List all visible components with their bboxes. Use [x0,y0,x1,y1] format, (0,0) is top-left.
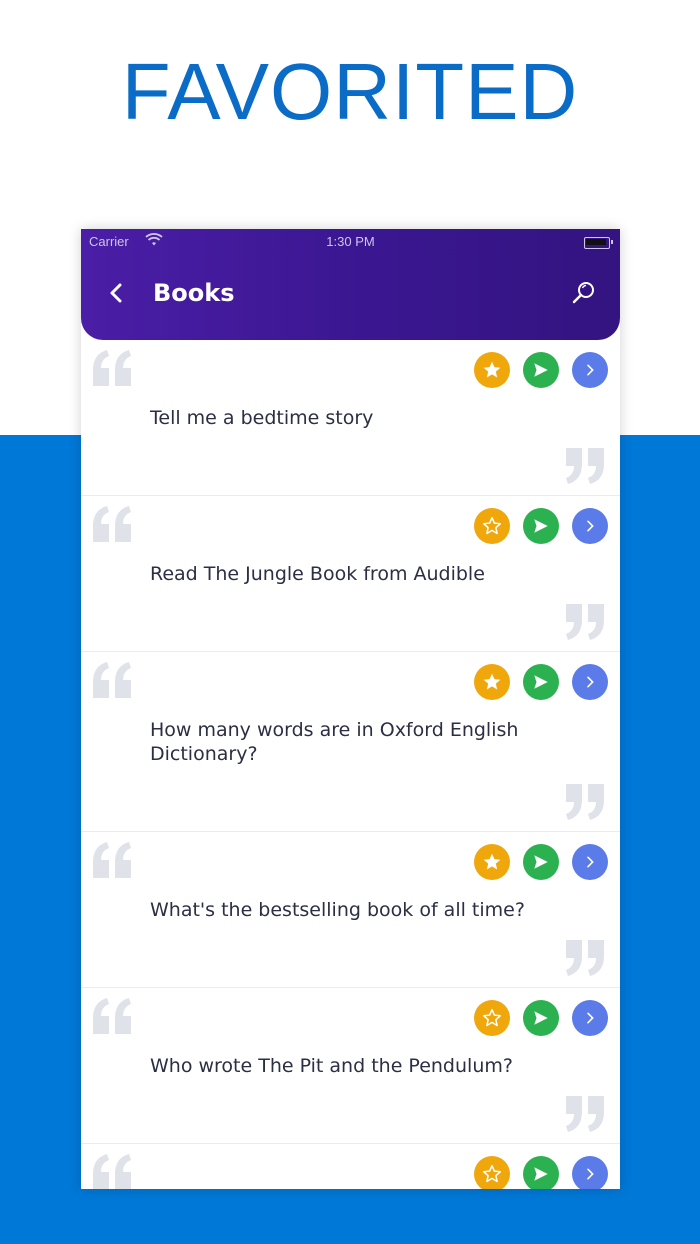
star-outline-icon [482,1164,502,1183]
star-outline-icon [482,1008,502,1027]
list-item[interactable]: Read The Jungle Book from Audible [81,496,620,652]
star-icon [483,853,501,870]
phrase-list: Tell me a bedtime story Read The Jungle … [81,340,620,1189]
chevron-right-icon [587,1012,594,1024]
list-item[interactable]: Who wrote The Pit and the Pendulum? [81,988,620,1144]
item-actions [474,664,608,700]
send-button[interactable] [523,508,559,544]
star-icon [483,361,501,378]
quote-open-icon [93,998,131,1034]
favorite-button[interactable] [474,1000,510,1036]
send-button[interactable] [523,844,559,880]
open-button[interactable] [572,1000,608,1036]
send-icon [534,1011,548,1025]
chevron-right-icon [587,856,594,868]
send-icon [534,363,548,377]
quote-open-icon [93,506,131,542]
chevron-right-icon [587,520,594,532]
back-chevron-icon[interactable] [103,279,131,307]
phrase-text: Who wrote The Pit and the Pendulum? [150,1055,513,1077]
quote-open-icon [93,350,131,386]
open-button[interactable] [572,508,608,544]
favorite-button[interactable] [474,1156,510,1189]
quote-close-icon [566,940,604,976]
list-item[interactable]: Tell me a bedtime story [81,340,620,496]
phrase-text: What's the bestselling book of all time? [150,899,525,921]
chevron-right-icon [587,1168,594,1180]
quote-close-icon [566,448,604,484]
item-actions [474,844,608,880]
open-button[interactable] [572,352,608,388]
open-button[interactable] [572,1156,608,1189]
send-icon [534,675,548,689]
send-icon [534,1167,548,1181]
favorite-button[interactable] [474,844,510,880]
item-actions [474,1156,608,1189]
quote-close-icon [566,784,604,820]
quote-close-icon [566,604,604,640]
send-button[interactable] [523,352,559,388]
star-icon [483,673,501,690]
favorite-button[interactable] [474,352,510,388]
favorite-button[interactable] [474,508,510,544]
phrase-text: How many words are in Oxford English Dic… [150,719,519,765]
search-icon[interactable] [570,279,598,307]
list-item[interactable]: What's the bestselling book of all time? [81,832,620,988]
quote-open-icon [93,1154,131,1189]
quote-open-icon [93,842,131,878]
favorite-button[interactable] [474,664,510,700]
phone-screen: Carrier 1:30 PM Books Tell me a bedtime … [81,229,620,1189]
send-button[interactable] [523,1000,559,1036]
chevron-right-icon [587,364,594,376]
open-button[interactable] [572,664,608,700]
send-button[interactable] [523,664,559,700]
star-outline-icon [482,516,502,535]
status-bar: Carrier 1:30 PM [81,229,620,255]
phrase-text: Read The Jungle Book from Audible [150,563,485,585]
item-actions [474,508,608,544]
promo-title: FAVORITED [121,47,579,136]
chevron-right-icon [587,676,594,688]
app-header: Carrier 1:30 PM Books [81,229,620,340]
battery-tip [611,240,613,244]
item-actions [474,1000,608,1036]
battery-icon [584,237,610,249]
quote-close-icon [566,1096,604,1132]
item-actions [474,352,608,388]
clock: 1:30 PM [326,234,375,249]
page-title: Books [153,279,235,307]
open-button[interactable] [572,844,608,880]
list-item[interactable] [81,1144,620,1189]
send-icon [534,519,548,533]
send-icon [534,855,548,869]
phrase-text: Tell me a bedtime story [150,407,374,429]
list-item[interactable]: How many words are in Oxford English Dic… [81,652,620,832]
send-button[interactable] [523,1156,559,1189]
quote-open-icon [93,662,131,698]
